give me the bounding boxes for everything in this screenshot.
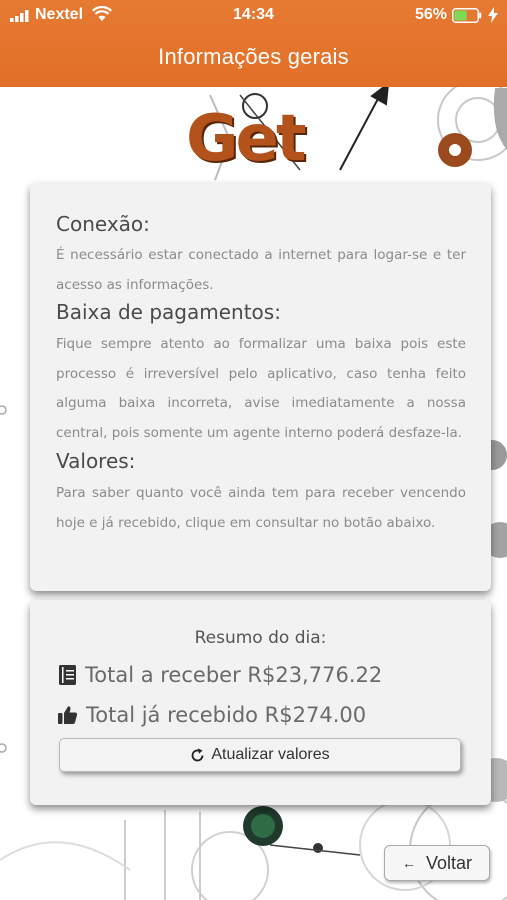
top-bar: Nextel 14:34 56% Informações gerais bbox=[0, 0, 507, 87]
total-received: Total já recebido R$274.00 bbox=[58, 700, 366, 730]
back-button[interactable]: ← Voltar bbox=[384, 845, 490, 881]
info-card: Conexão: É necessário estar conectado a … bbox=[30, 183, 491, 591]
battery-icon bbox=[452, 8, 482, 23]
arrow-left-icon: ← bbox=[401, 855, 416, 871]
page-title: Informações gerais bbox=[158, 44, 349, 69]
summary-title: Resumo do dia: bbox=[194, 628, 327, 648]
section-text-baixa: Fique sempre atento ao formalizar uma ba… bbox=[56, 336, 466, 441]
total-received-text: Total já recebido R$274.00 bbox=[86, 703, 367, 727]
refresh-icon bbox=[192, 748, 204, 761]
section-heading-valores: Valores: bbox=[56, 449, 136, 473]
total-to-receive-text: Total a receber R$23,776.22 bbox=[85, 663, 383, 687]
thumbs-up-icon bbox=[58, 706, 78, 724]
update-values-button[interactable]: Atualizar valores bbox=[59, 738, 461, 772]
summary-card: Resumo do dia: Total a receber R$23,776.… bbox=[30, 600, 491, 805]
back-button-label: Voltar bbox=[425, 852, 473, 873]
section-heading-conexao: Conexão: bbox=[56, 212, 150, 236]
status-bar: Nextel 14:34 56% bbox=[0, 0, 507, 30]
total-to-receive: Total a receber R$23,776.22 bbox=[58, 660, 382, 690]
battery-fill bbox=[454, 10, 467, 21]
get-logo: Get bbox=[186, 102, 307, 176]
section-text-valores: Para saber quanto você ainda tem para re… bbox=[56, 485, 466, 531]
section-heading-baixa: Baixa de pagamentos: bbox=[56, 300, 281, 324]
update-values-label: Atualizar valores bbox=[211, 746, 330, 763]
section-text-conexao: É necessário estar conectado a internet … bbox=[56, 247, 466, 293]
battery-percent: 56% bbox=[415, 6, 448, 23]
ledger-icon bbox=[59, 665, 76, 685]
charging-icon bbox=[488, 7, 498, 23]
